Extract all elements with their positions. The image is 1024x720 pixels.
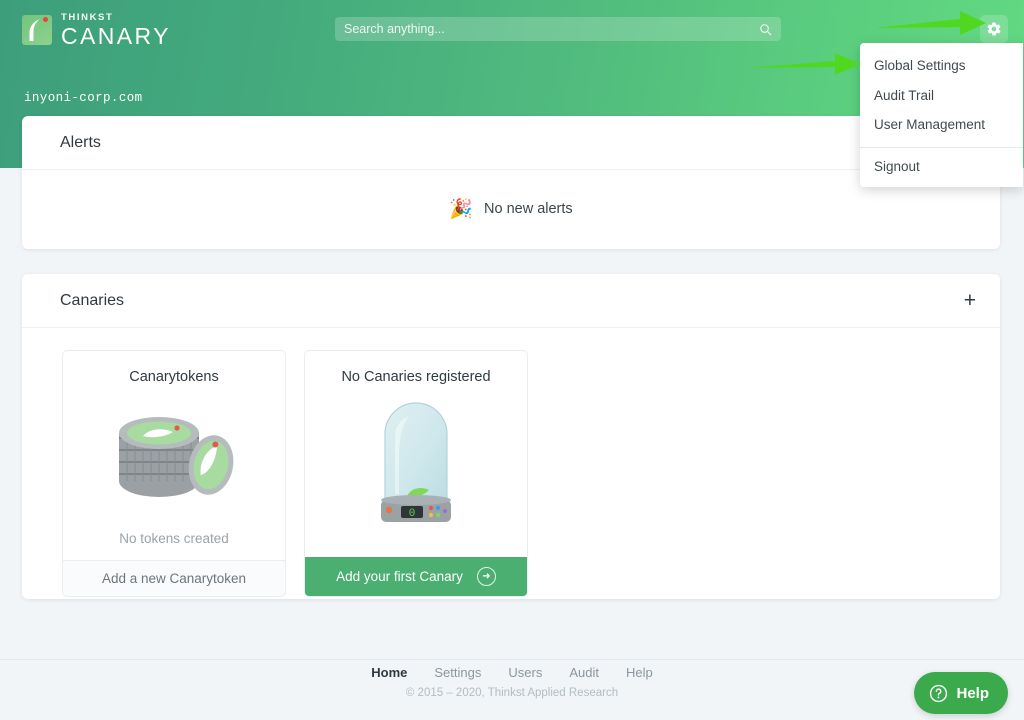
canarytokens-tile-status: No tokens created [119,531,229,546]
tenant-domain-label: inyoni-corp.com [24,91,143,105]
canaries-empty-tile-body: No Canaries registered [305,351,527,557]
app-root: THINKST CANARY inyoni-corp.com Global Se… [0,0,1024,720]
help-widget-label: Help [956,685,989,702]
alerts-empty-state: 🎉 No new alerts [22,170,1000,248]
footer-divider [0,659,1024,660]
bell-jar-illustration: 0 [361,393,471,521]
footer-link-users[interactable]: Users [508,665,542,680]
search-bar[interactable] [335,17,781,41]
menu-item-global-settings[interactable]: Global Settings [860,51,1023,81]
brand-wordmark: THINKST CANARY [61,12,171,48]
footer-link-help[interactable]: Help [626,665,653,680]
canaries-tile-list: Canarytokens [22,328,1000,597]
canaries-card: Canaries + Canarytokens [22,274,1000,599]
page-footer: Home Settings Users Audit Help © 2015 – … [0,665,1024,699]
party-popper-icon: 🎉 [449,200,473,219]
add-canarytoken-label: Add a new Canarytoken [102,571,246,586]
menu-item-audit-trail[interactable]: Audit Trail [860,81,1023,111]
canarytokens-tile-body: Canarytokens [63,351,285,560]
canarytokens-tile: Canarytokens [62,350,286,597]
brand-logo[interactable]: THINKST CANARY [22,12,171,48]
search-input[interactable] [344,22,759,36]
brand-thinkst-label: THINKST [61,13,171,23]
gear-icon [986,21,1002,37]
copyright-text: © 2015 – 2020, Thinkst Applied Research [0,687,1024,699]
add-first-canary-label: Add your first Canary [336,569,463,584]
add-first-canary-button[interactable]: Add your first Canary ➜ [305,557,527,596]
token-coins-illustration [107,393,241,521]
menu-item-user-management[interactable]: User Management [860,110,1023,140]
canarytokens-tile-title: Canarytokens [129,369,218,385]
question-circle-icon [929,684,948,703]
arrow-to-global-settings-icon [747,50,867,78]
canaries-card-header: Canaries + [22,274,1000,328]
alerts-title: Alerts [60,134,101,152]
menu-divider [860,147,1023,148]
arrow-to-gear-icon [874,8,992,38]
help-widget-button[interactable]: Help [914,672,1008,714]
footer-nav: Home Settings Users Audit Help [0,665,1024,680]
footer-link-audit[interactable]: Audit [569,665,599,680]
alerts-empty-text: No new alerts [484,201,573,217]
canary-logo-icon [22,15,52,45]
logo-red-dot-icon [43,17,48,22]
canaries-empty-tile: No Canaries registered [304,350,528,597]
search-icon [759,23,772,36]
add-canarytoken-button[interactable]: Add a new Canarytoken [63,560,285,596]
svg-text:0: 0 [409,508,416,520]
canaries-title: Canaries [60,292,124,310]
bird-glyph-icon [28,19,42,41]
footer-link-settings[interactable]: Settings [434,665,481,680]
footer-link-home[interactable]: Home [371,665,407,680]
settings-gear-button[interactable] [980,15,1008,43]
arrow-right-icon: ➜ [477,567,496,586]
alerts-card-header: Alerts [22,116,1000,170]
settings-dropdown-menu: Global Settings Audit Trail User Managem… [860,43,1023,187]
brand-canary-label: CANARY [61,25,171,48]
add-canary-plus-icon[interactable]: + [964,290,976,311]
menu-item-signout[interactable]: Signout [860,152,1023,182]
alerts-card: Alerts 🎉 No new alerts [22,116,1000,249]
